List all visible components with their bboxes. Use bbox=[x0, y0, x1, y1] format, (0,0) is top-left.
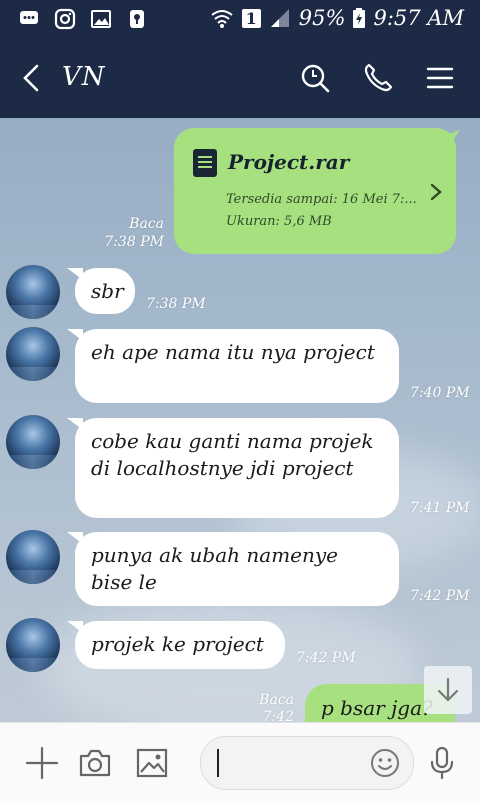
chevron-right-icon bbox=[430, 183, 442, 201]
incoming-message[interactable]: eh ape nama itu nya project bbox=[67, 329, 399, 403]
file-message-bubble[interactable]: Project.rar Tersedia sampai: 16 Mei 7:..… bbox=[174, 128, 456, 254]
instagram-icon bbox=[54, 8, 76, 30]
file-size: Ukuran: 5,6 MB bbox=[226, 214, 332, 229]
message-time: 7:38 PM bbox=[104, 234, 164, 250]
status-bar: 1 95% 9:57 AM bbox=[0, 0, 480, 38]
status-system-indicators: 1 95% 9:57 AM bbox=[210, 6, 464, 30]
arrow-down-icon bbox=[437, 677, 459, 702]
file-name: Project.rar bbox=[228, 150, 350, 174]
status-notification-icons bbox=[18, 8, 148, 30]
incoming-message[interactable]: punya ak ubah namenye bise le bbox=[67, 532, 399, 606]
chat-header: VN bbox=[0, 38, 480, 118]
sim-slot-badge: 1 bbox=[241, 8, 261, 28]
avatar[interactable] bbox=[6, 618, 60, 672]
incoming-message[interactable]: sbr bbox=[67, 268, 135, 314]
wifi-icon bbox=[211, 10, 233, 28]
back-arrow-icon[interactable] bbox=[14, 60, 50, 96]
plus-icon[interactable] bbox=[24, 745, 60, 781]
chat-messages-area[interactable]: Project.rar Tersedia sampai: 16 Mei 7:..… bbox=[0, 118, 480, 722]
message-time: 7:40 PM bbox=[410, 385, 470, 401]
battery-charging-icon bbox=[353, 8, 366, 28]
emoji-icon[interactable] bbox=[369, 747, 401, 779]
file-availability: Tersedia sampai: 16 Mei 7:... bbox=[226, 192, 417, 207]
signal-icon bbox=[270, 9, 289, 27]
incoming-message[interactable]: projek ke project bbox=[67, 621, 285, 669]
chat-title: VN bbox=[62, 62, 106, 92]
read-receipt: Baca bbox=[259, 692, 294, 708]
location-icon bbox=[130, 10, 144, 28]
message-time: 7:38 PM bbox=[146, 296, 206, 312]
message-time: 7:41 PM bbox=[410, 500, 470, 516]
incoming-message[interactable]: cobe kau ganti nama projek di localhostn… bbox=[67, 418, 399, 518]
chat-bubble-icon bbox=[20, 11, 38, 24]
message-time: 7:42 PM bbox=[410, 588, 470, 604]
avatar[interactable] bbox=[6, 327, 60, 381]
clock: 9:57 AM bbox=[373, 6, 464, 30]
read-receipt: Baca bbox=[129, 216, 164, 232]
microphone-icon[interactable] bbox=[424, 745, 460, 781]
avatar[interactable] bbox=[6, 265, 60, 319]
scroll-to-bottom-button[interactable] bbox=[424, 666, 472, 714]
menu-icon[interactable] bbox=[422, 60, 458, 96]
document-icon bbox=[193, 149, 217, 177]
avatar[interactable] bbox=[6, 415, 60, 469]
message-input[interactable] bbox=[200, 736, 414, 790]
phone-icon[interactable] bbox=[360, 60, 396, 96]
message-time: 7:42 PM bbox=[296, 650, 356, 666]
text-cursor bbox=[217, 749, 219, 777]
message-time: 7:42 PM bbox=[262, 709, 294, 722]
battery-percent: 95% bbox=[298, 6, 346, 30]
image-icon[interactable] bbox=[134, 745, 170, 781]
camera-icon[interactable] bbox=[77, 745, 113, 781]
avatar[interactable] bbox=[6, 530, 60, 584]
message-input-bar bbox=[0, 722, 480, 801]
gallery-icon bbox=[91, 10, 111, 28]
search-icon[interactable] bbox=[297, 60, 333, 96]
